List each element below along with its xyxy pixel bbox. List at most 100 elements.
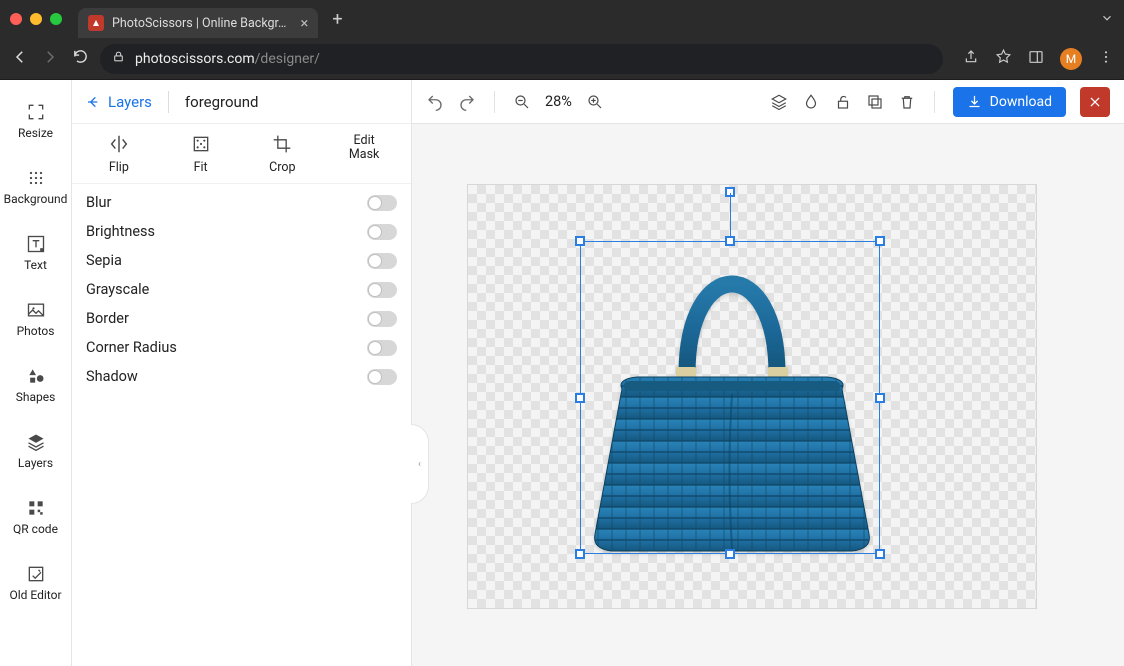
left-rail: Resize Background Text Photos Shapes Lay… [0, 80, 72, 666]
photos-icon [26, 300, 46, 320]
resize-icon [26, 102, 46, 122]
tool-label: Edit Mask [349, 134, 380, 163]
rail-label: Photos [17, 324, 55, 338]
toggle-grayscale[interactable] [367, 282, 397, 298]
qrcode-icon [26, 498, 46, 518]
selection-box[interactable] [580, 241, 880, 554]
url-host: photoscissors.com [135, 51, 255, 67]
redo-button[interactable] [458, 93, 476, 111]
share-icon[interactable] [963, 49, 979, 69]
new-tab-button[interactable]: + [332, 9, 342, 30]
handle-s[interactable] [725, 549, 735, 559]
rail-qrcode[interactable]: QR code [0, 486, 72, 548]
rail-label: Shapes [16, 390, 56, 404]
rail-background[interactable]: Background [0, 156, 72, 218]
handle-w[interactable] [575, 393, 585, 403]
panel-icon[interactable] [1028, 49, 1044, 69]
toggle-brightness[interactable] [367, 224, 397, 240]
back-to-layers-label: Layers [108, 93, 152, 111]
download-icon [967, 94, 982, 109]
handle-n[interactable] [725, 236, 735, 246]
max-window-dot[interactable] [50, 13, 62, 25]
browser-tab[interactable]: PhotoScissors | Online Backgr… × [78, 8, 318, 38]
undo-button[interactable] [426, 93, 444, 111]
prop-label: Sepia [86, 252, 122, 269]
handle-sw[interactable] [575, 549, 585, 559]
close-tab-icon[interactable]: × [300, 16, 308, 31]
background-icon [26, 168, 46, 188]
tabstrip-chevron-icon[interactable] [1100, 10, 1114, 29]
tool-fit[interactable]: Fit [166, 134, 236, 175]
prop-border: Border [86, 310, 397, 327]
side-panel: Layers foreground Flip Fit Crop Edit Mas… [72, 80, 412, 666]
toggle-shadow[interactable] [367, 369, 397, 385]
back-to-layers[interactable]: Layers [86, 93, 152, 111]
separator [168, 91, 169, 113]
prop-label: Shadow [86, 368, 138, 385]
duplicate-icon[interactable] [866, 93, 884, 111]
min-window-dot[interactable] [30, 13, 42, 25]
rail-resize[interactable]: Resize [0, 90, 72, 152]
flip-icon [108, 134, 130, 154]
rail-label: Text [24, 258, 47, 272]
prop-label: Blur [86, 194, 111, 211]
prop-blur: Blur [86, 194, 397, 211]
delete-icon[interactable] [898, 93, 916, 111]
layer-tool-row: Flip Fit Crop Edit Mask [72, 124, 411, 184]
toggle-border[interactable] [367, 311, 397, 327]
prop-label: Grayscale [86, 281, 149, 298]
site-favicon [88, 15, 104, 31]
rotate-stem [730, 193, 731, 236]
rail-label: Resize [18, 126, 53, 140]
unlock-icon[interactable] [834, 93, 852, 111]
rail-layers[interactable]: Layers [0, 420, 72, 482]
handle-ne[interactable] [875, 236, 885, 246]
rail-label: Old Editor [9, 588, 61, 602]
lock-icon [112, 50, 125, 67]
handle-nw[interactable] [575, 236, 585, 246]
rail-photos[interactable]: Photos [0, 288, 72, 350]
handle-e[interactable] [875, 393, 885, 403]
close-window-dot[interactable] [10, 13, 22, 25]
current-layer-name: foreground [185, 93, 259, 111]
layers-quick-icon[interactable] [770, 93, 788, 111]
bookmark-icon[interactable] [995, 48, 1012, 69]
prop-grayscale: Grayscale [86, 281, 397, 298]
address-bar[interactable]: photoscissors.com/designer/ [100, 44, 943, 74]
zoom-level[interactable]: 28% [545, 93, 572, 110]
separator [494, 91, 495, 113]
close-button[interactable] [1080, 87, 1110, 117]
fit-icon [191, 134, 211, 154]
forward-icon[interactable] [40, 48, 60, 70]
zoom-out-button[interactable] [513, 93, 531, 111]
browser-tab-strip: PhotoScissors | Online Backgr… × + [0, 0, 1124, 38]
canvas-workspace[interactable]: ‹ [412, 124, 1124, 666]
prop-shadow: Shadow [86, 368, 397, 385]
window-controls[interactable] [10, 13, 62, 25]
toggle-blur[interactable] [367, 195, 397, 211]
canvas-toolbar: 28% Download [412, 80, 1124, 124]
panel-collapse-handle[interactable]: ‹ [411, 424, 429, 504]
arrow-left-icon [86, 94, 102, 110]
browser-toolbar: photoscissors.com/designer/ M [0, 38, 1124, 80]
toggle-corner-radius[interactable] [367, 340, 397, 356]
download-button[interactable]: Download [953, 87, 1066, 117]
rail-old-editor[interactable]: Old Editor [0, 552, 72, 614]
tool-edit-mask[interactable]: Edit Mask [329, 134, 399, 163]
layers-icon [26, 432, 46, 452]
profile-avatar[interactable]: M [1060, 48, 1082, 70]
tab-title: PhotoScissors | Online Backgr… [112, 16, 286, 31]
rail-text[interactable]: Text [0, 222, 72, 284]
reload-icon[interactable] [70, 48, 90, 69]
oldeditor-icon [26, 564, 46, 584]
tool-flip[interactable]: Flip [84, 134, 154, 175]
back-icon[interactable] [10, 48, 30, 70]
opacity-icon[interactable] [802, 93, 820, 111]
handle-se[interactable] [875, 549, 885, 559]
zoom-in-button[interactable] [586, 93, 604, 111]
tool-crop[interactable]: Crop [247, 134, 317, 175]
toggle-sepia[interactable] [367, 253, 397, 269]
app-root: Resize Background Text Photos Shapes Lay… [0, 80, 1124, 666]
rail-shapes[interactable]: Shapes [0, 354, 72, 416]
kebab-menu-icon[interactable] [1098, 49, 1114, 69]
